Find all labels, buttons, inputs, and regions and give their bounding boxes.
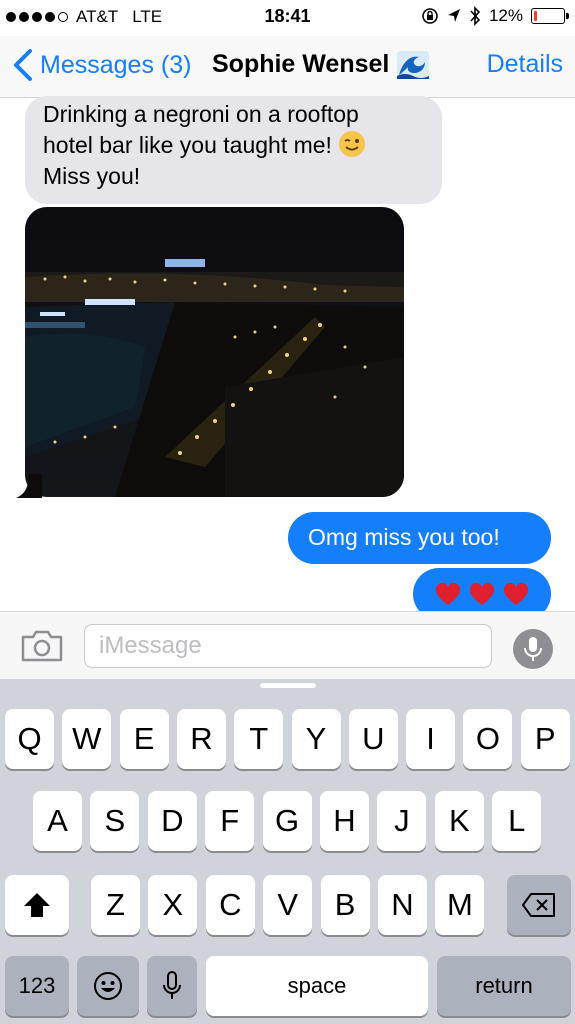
back-button[interactable]: Messages (3) xyxy=(10,48,191,82)
dictation-key[interactable] xyxy=(147,956,197,1016)
key-f[interactable]: F xyxy=(205,791,255,851)
heart-icon xyxy=(435,582,461,605)
keyboard: 123 space return QWERTYUIOP ASDFGHJKL ZXCV… xyxy=(0,679,575,1024)
key-b[interactable]: B xyxy=(320,875,370,935)
shift-icon xyxy=(24,893,50,917)
emoji-key[interactable] xyxy=(77,956,139,1016)
bluetooth-icon xyxy=(470,6,481,26)
details-button[interactable]: Details xyxy=(487,50,563,79)
wink-face-icon xyxy=(339,131,366,157)
key-w[interactable]: W xyxy=(62,709,112,769)
key-r[interactable]: R xyxy=(176,709,226,769)
key-m[interactable]: M xyxy=(435,875,485,935)
key-y[interactable]: Y xyxy=(291,709,341,769)
key-u[interactable]: U xyxy=(348,709,398,769)
outgoing-message-text[interactable]: Omg miss you too! xyxy=(288,512,551,564)
key-d[interactable]: D xyxy=(147,791,197,851)
key-v[interactable]: V xyxy=(263,875,313,935)
key-x[interactable]: X xyxy=(148,875,198,935)
back-button-label: Messages (3) xyxy=(40,50,192,79)
space-key-label: space xyxy=(287,973,347,998)
key-q[interactable]: Q xyxy=(5,709,54,769)
heart-icon xyxy=(469,582,495,605)
key-p[interactable]: P xyxy=(520,709,570,769)
conversation-header: Messages (3) Sophie Wensel Details xyxy=(0,36,575,98)
key-h[interactable]: H xyxy=(320,791,369,851)
key-a[interactable]: A xyxy=(33,791,82,851)
dictation-button[interactable] xyxy=(513,629,553,669)
chevron-left-icon xyxy=(14,49,32,81)
key-l[interactable]: L xyxy=(492,791,542,851)
smiley-icon xyxy=(94,972,122,1000)
message-line: Drinking a negroni on a rooftop xyxy=(43,101,359,127)
backspace-icon xyxy=(522,893,555,917)
incoming-photo-message[interactable] xyxy=(25,207,404,497)
status-bar: AT&T LTE 18:41 12% xyxy=(0,0,575,36)
key-i[interactable]: I xyxy=(406,709,456,769)
key-c[interactable]: C xyxy=(205,875,255,935)
composer-bar xyxy=(0,611,575,679)
numbers-key-label: 123 xyxy=(18,973,56,998)
key-k[interactable]: K xyxy=(434,791,484,851)
space-key[interactable]: space xyxy=(206,956,428,1016)
heart-icon xyxy=(503,582,529,605)
delete-key[interactable] xyxy=(507,875,571,935)
location-arrow-icon xyxy=(447,9,460,22)
wave-icon xyxy=(397,50,430,79)
return-key-label: return xyxy=(475,973,533,998)
key-j[interactable]: J xyxy=(377,791,427,851)
microphone-icon xyxy=(163,971,181,999)
contact-name-text: Sophie Wensel xyxy=(212,50,390,78)
camera-icon[interactable] xyxy=(20,629,64,663)
bubble-tail xyxy=(16,474,42,498)
night-city-photo xyxy=(25,207,404,497)
battery-icon xyxy=(531,8,569,24)
keyboard-grabber[interactable] xyxy=(260,683,316,688)
key-t[interactable]: T xyxy=(234,709,284,769)
key-z[interactable]: Z xyxy=(91,875,140,935)
shift-key[interactable] xyxy=(5,875,69,935)
key-n[interactable]: N xyxy=(378,875,427,935)
contact-name[interactable]: Sophie Wensel xyxy=(212,50,430,79)
key-g[interactable]: G xyxy=(262,791,312,851)
status-right: 12% xyxy=(421,6,569,26)
incoming-message-text[interactable]: Drinking a negroni on a rooftop hotel ba… xyxy=(25,96,442,204)
battery-percent: 12% xyxy=(488,6,523,25)
key-e[interactable]: E xyxy=(119,709,169,769)
message-line: hotel bar like you taught me! xyxy=(43,130,424,161)
key-s[interactable]: S xyxy=(90,791,140,851)
message-line: Miss you! xyxy=(43,163,141,189)
key-o[interactable]: O xyxy=(463,709,513,769)
return-key[interactable]: return xyxy=(437,956,571,1016)
message-input[interactable] xyxy=(84,624,492,668)
microphone-icon xyxy=(524,637,542,661)
numbers-key[interactable]: 123 xyxy=(5,956,69,1016)
rotation-lock-icon xyxy=(422,8,438,24)
